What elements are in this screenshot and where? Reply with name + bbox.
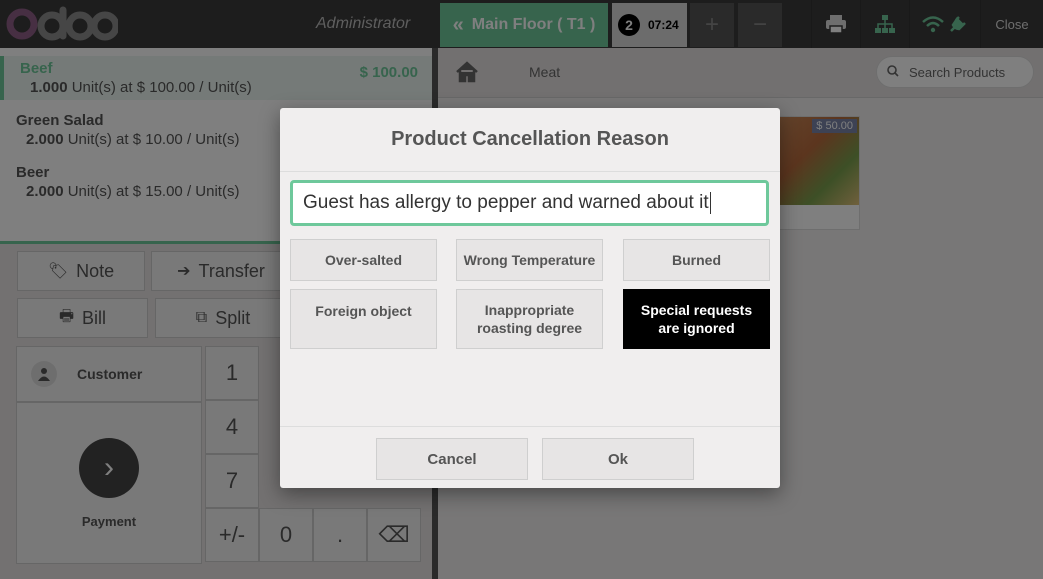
reason-button[interactable]: Inappropriate roasting degree: [456, 289, 603, 349]
ok-button[interactable]: Ok: [542, 438, 694, 480]
reason-text-input[interactable]: Guest has allergy to pepper and warned a…: [290, 180, 769, 226]
cancellation-reason-dialog: Product Cancellation Reason Guest has al…: [280, 108, 780, 488]
reason-button[interactable]: Foreign object: [290, 289, 437, 349]
text-cursor: [709, 192, 711, 214]
cancel-button[interactable]: Cancel: [376, 438, 528, 480]
reason-button[interactable]: Wrong Temperature: [456, 239, 603, 281]
dialog-footer-divider: [280, 426, 780, 427]
reason-button[interactable]: Burned: [623, 239, 770, 281]
reason-input-value: Guest has allergy to pepper and warned a…: [303, 192, 709, 213]
reason-button-selected[interactable]: Special requests are ignored: [623, 289, 770, 349]
reason-button[interactable]: Over-salted: [290, 239, 437, 281]
dialog-title: Product Cancellation Reason: [280, 108, 780, 172]
